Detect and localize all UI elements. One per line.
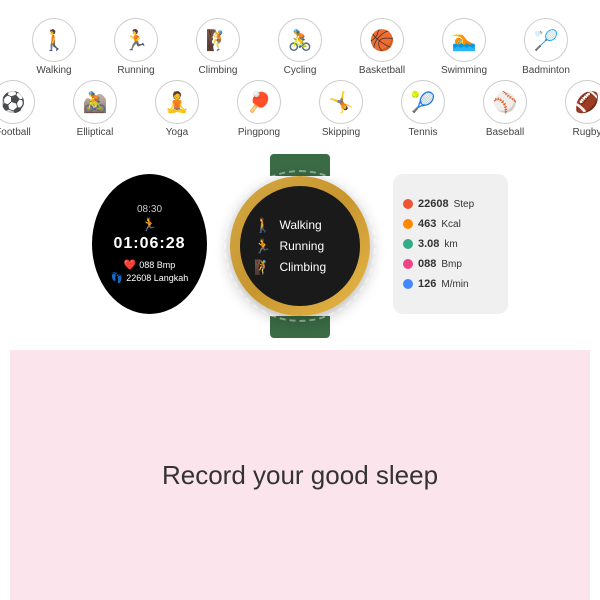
activity-cycling[interactable]: 🚴 Cycling: [266, 18, 334, 76]
running-icon: 🏃: [114, 18, 158, 62]
watch-section: 08:30 🏃 01:06:28 ❤️ 088 Bmp 👣 22608 Lang…: [10, 154, 590, 334]
tennis-icon: 🎾: [401, 80, 445, 124]
activity-yoga[interactable]: 🧘 Yoga: [143, 80, 211, 138]
rugby-icon: 🏈: [565, 80, 600, 124]
running-menu-icon: 🏃: [254, 238, 271, 255]
elliptical-label: Elliptical: [77, 127, 114, 138]
basketball-label: Basketball: [359, 65, 405, 76]
page-wrapper: 🚶 Walking 🏃 Running 🧗 Climbing 🚴 Cycling…: [0, 0, 600, 600]
running-label: Running: [117, 65, 154, 76]
badminton-icon: 🏸: [524, 18, 568, 62]
activity-running[interactable]: 🏃 Running: [102, 18, 170, 76]
activity-football[interactable]: ⚽ Football: [0, 80, 47, 138]
stat-steps: 22608 Step: [403, 198, 498, 210]
skipping-icon: 🤸: [319, 80, 363, 124]
duration-display: 01:06:28: [113, 235, 185, 253]
activity-grid: 🚶 Walking 🏃 Running 🧗 Climbing 🚴 Cycling…: [10, 18, 590, 138]
cycling-label: Cycling: [284, 65, 317, 76]
stat-km: 3.08 km: [403, 238, 498, 250]
activity-baseball[interactable]: ⚾ Baseball: [471, 80, 539, 138]
menu-climbing[interactable]: 🧗 Climbing: [254, 259, 346, 276]
kcal-dot: [403, 219, 413, 229]
yoga-label: Yoga: [166, 127, 188, 138]
time-display: 08:30: [137, 204, 162, 215]
heart-icon: ❤️: [124, 260, 136, 271]
heart-rate-row: ❤️ 088 Bmp: [124, 260, 175, 271]
pace-dot: [403, 279, 413, 289]
skipping-label: Skipping: [322, 127, 360, 138]
walking-menu-label: Walking: [279, 218, 321, 232]
pace-val: 126: [418, 278, 436, 290]
pingpong-label: Pingpong: [238, 127, 280, 138]
bmp-dot: [403, 259, 413, 269]
stats-right-panel: 22608 Step 463 Kcal 3.08 km 088 Bmp 126: [393, 174, 508, 314]
baseball-label: Baseball: [486, 127, 524, 138]
watch-body: 🚶 Walking 🏃 Running 🧗 Climbing: [215, 154, 385, 334]
activity-tennis[interactable]: 🎾 Tennis: [389, 80, 457, 138]
menu-walking[interactable]: 🚶 Walking: [254, 217, 346, 234]
km-unit: km: [444, 239, 457, 250]
walking-label: Walking: [36, 65, 71, 76]
cycling-icon: 🚴: [278, 18, 322, 62]
bmp-unit: Bmp: [441, 259, 462, 270]
menu-running[interactable]: 🏃 Running: [254, 238, 346, 255]
steps-row: 👣 22608 Langkah: [111, 273, 189, 284]
activity-swimming[interactable]: 🏊 Swimming: [430, 18, 498, 76]
sleep-text: Record your good sleep: [162, 460, 438, 491]
badminton-label: Badminton: [522, 65, 570, 76]
swimming-icon: 🏊: [442, 18, 486, 62]
rugby-label: Rugby: [573, 127, 600, 138]
tennis-label: Tennis: [409, 127, 438, 138]
activity-basketball[interactable]: 🏀 Basketball: [348, 18, 416, 76]
steps-value: 22608 Langkah: [126, 273, 188, 283]
climbing-menu-icon: 🧗: [254, 259, 271, 276]
activity-row-2: ⚽ Football 🚵 Elliptical 🧘 Yoga 🏓 Pingpon…: [0, 80, 600, 138]
steps-val: 22608: [418, 198, 449, 210]
stats-left-panel: 08:30 🏃 01:06:28 ❤️ 088 Bmp 👣 22608 Lang…: [92, 174, 207, 314]
running-menu-label: Running: [279, 239, 324, 253]
watch-screen: 🚶 Walking 🏃 Running 🧗 Climbing: [240, 186, 360, 306]
steps-dot: [403, 199, 413, 209]
walking-icon: 🚶: [32, 18, 76, 62]
kcal-unit: Kcal: [441, 219, 460, 230]
walking-menu-icon: 🚶: [254, 217, 271, 234]
activity-row-1: 🚶 Walking 🏃 Running 🧗 Climbing 🚴 Cycling…: [20, 18, 580, 76]
baseball-icon: ⚾: [483, 80, 527, 124]
activity-skipping[interactable]: 🤸 Skipping: [307, 80, 375, 138]
km-val: 3.08: [418, 238, 439, 250]
activity-rugby[interactable]: 🏈 Rugby: [553, 80, 600, 138]
activity-walking[interactable]: 🚶 Walking: [20, 18, 88, 76]
watch-case: 🚶 Walking 🏃 Running 🧗 Climbing: [230, 176, 370, 316]
stat-bmp: 088 Bmp: [403, 258, 498, 270]
football-icon: ⚽: [0, 80, 35, 124]
activity-pingpong[interactable]: 🏓 Pingpong: [225, 80, 293, 138]
climbing-label: Climbing: [199, 65, 238, 76]
pace-unit: M/min: [441, 279, 468, 290]
climbing-icon: 🧗: [196, 18, 240, 62]
stat-pace: 126 M/min: [403, 278, 498, 290]
swimming-label: Swimming: [441, 65, 487, 76]
activity-climbing[interactable]: 🧗 Climbing: [184, 18, 252, 76]
activity-badminton[interactable]: 🏸 Badminton: [512, 18, 580, 76]
pingpong-icon: 🏓: [237, 80, 281, 124]
football-label: Football: [0, 127, 31, 138]
activity-elliptical[interactable]: 🚵 Elliptical: [61, 80, 129, 138]
stat-kcal: 463 Kcal: [403, 218, 498, 230]
exercise-icon: 🏃: [141, 217, 157, 233]
heart-rate-value: 088 Bmp: [139, 260, 175, 270]
elliptical-icon: 🚵: [73, 80, 117, 124]
yoga-icon: 🧘: [155, 80, 199, 124]
basketball-icon: 🏀: [360, 18, 404, 62]
steps-unit: Step: [454, 199, 475, 210]
bmp-val: 088: [418, 258, 436, 270]
km-dot: [403, 239, 413, 249]
steps-icon: 👣: [111, 273, 123, 284]
kcal-val: 463: [418, 218, 436, 230]
sleep-section: Record your good sleep: [10, 350, 590, 600]
climbing-menu-label: Climbing: [279, 260, 326, 274]
